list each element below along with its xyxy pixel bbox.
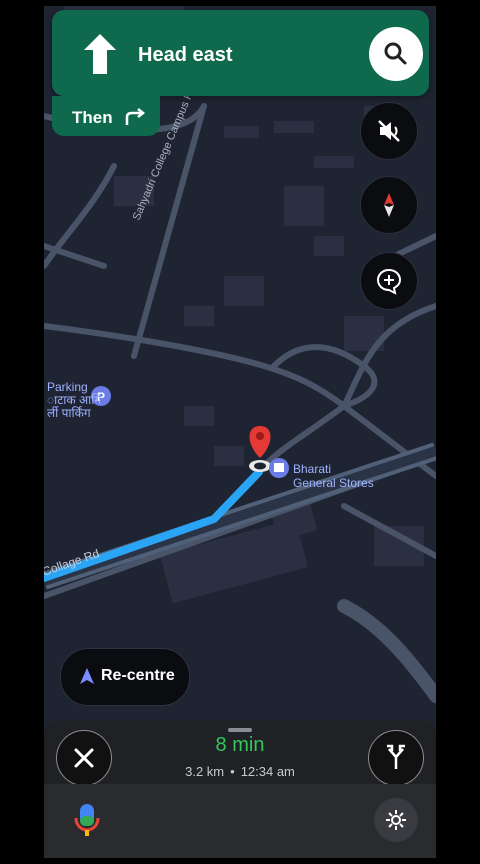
navigation-arrow-icon xyxy=(80,668,94,684)
trip-distance: 3.2 km xyxy=(185,764,225,779)
straight-arrow-icon xyxy=(84,34,116,74)
turn-right-icon xyxy=(125,108,146,125)
parking-label: Parking ाटाक आगि र्ली पार्किंग xyxy=(47,381,101,420)
navigation-banner[interactable]: Head east xyxy=(52,10,429,96)
fork-route-icon xyxy=(387,744,405,769)
recentre-label: Re-centre xyxy=(101,667,175,684)
trip-arrival: 12:34 am xyxy=(240,764,295,779)
search-icon xyxy=(384,42,407,65)
trip-separator: • xyxy=(230,764,235,779)
recentre-button[interactable]: Re-centre xyxy=(60,648,190,706)
store-label-line1: Bharati xyxy=(293,462,332,476)
microphone-icon[interactable] xyxy=(72,802,102,838)
add-report-icon xyxy=(376,268,402,295)
compass-icon xyxy=(384,193,394,217)
store-label-line2: General Stores xyxy=(293,476,374,490)
then-maneuver-chip[interactable]: Then xyxy=(52,96,160,136)
volume-off-icon xyxy=(378,120,400,142)
mute-button[interactable] xyxy=(360,102,418,160)
parking-label-local2: र्ली पार्किंग xyxy=(47,406,91,420)
gear-icon xyxy=(386,810,406,830)
store-label: Bharati General Stores xyxy=(293,462,374,490)
drag-handle[interactable] xyxy=(228,728,252,732)
bottom-toolbar xyxy=(44,784,436,858)
add-report-button[interactable] xyxy=(360,252,418,310)
settings-button[interactable] xyxy=(374,798,418,842)
route-options-button[interactable] xyxy=(368,730,424,786)
instruction-text: Head east xyxy=(138,44,233,66)
search-button[interactable] xyxy=(369,27,423,81)
navigation-screen: P Sahyadri College Campus Rd Collage Rd … xyxy=(44,6,436,858)
then-label: Then xyxy=(72,108,113,127)
compass-button[interactable] xyxy=(360,176,418,234)
